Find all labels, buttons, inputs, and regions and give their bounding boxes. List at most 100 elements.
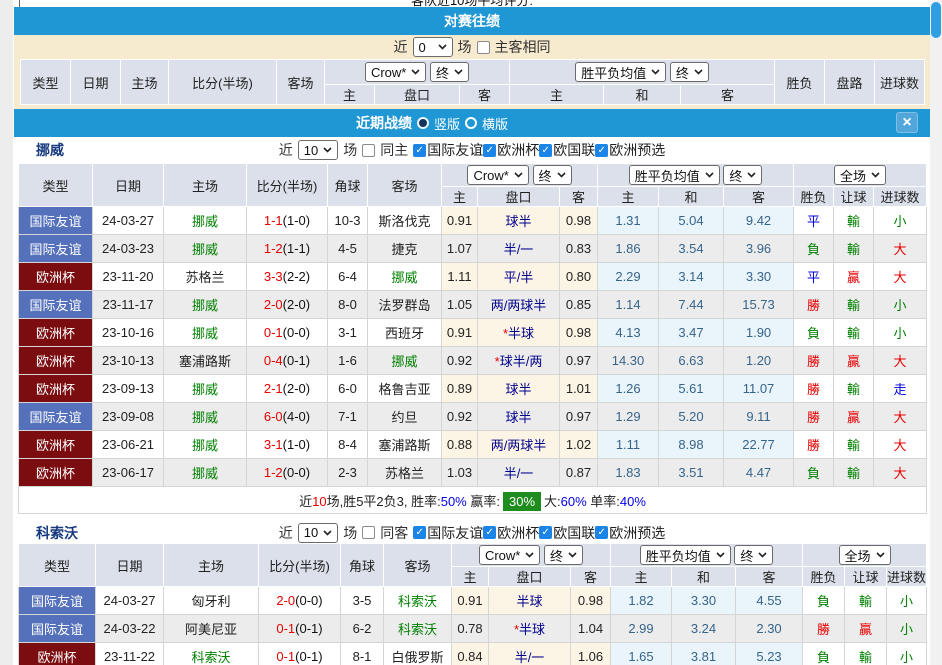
radio-vertical-label[interactable]: 竖版 — [434, 114, 460, 133]
col-score: 比分(半场) — [259, 544, 341, 587]
fulltime-score: 3-1 — [264, 437, 283, 452]
underlying-page-strip: 客队近10场平均评分: — [14, 0, 930, 7]
same-home-away-checkbox[interactable] — [477, 41, 490, 54]
away-odds: 1.02 — [560, 431, 598, 459]
close-icon: × — [902, 114, 911, 132]
away-odds: 0.98 — [571, 587, 611, 615]
h2h-final-select[interactable]: 终 — [430, 62, 469, 82]
norway-head: 挪威 近 10 场 同主 ✓国际友谊✓欧洲杯✓欧国联✓欧洲预选 — [18, 137, 926, 163]
same-away-label: 同客 — [380, 523, 408, 543]
popup-content: 客队近10场平均评分: 对赛往绩 近 0 场 主客相同 — [14, 0, 930, 665]
avg-win: 1.82 — [611, 587, 672, 615]
kosovo-near-select[interactable]: 10 — [298, 523, 338, 543]
league-filter[interactable]: ✓国际友谊 — [413, 140, 483, 160]
avg-lose: 9.42 — [724, 207, 794, 235]
handicap: 球半 — [478, 207, 560, 235]
league-filter[interactable]: ✓国际友谊 — [413, 523, 483, 543]
radio-horizontal-icon[interactable] — [465, 117, 477, 129]
odds-group: Crow* 终 — [442, 164, 598, 187]
league-filters: ✓国际友谊✓欧洲杯✓欧国联✓欧洲预选 — [413, 140, 665, 160]
result-goals: 大 — [874, 431, 927, 459]
avg-draw: 3.51 — [659, 459, 724, 487]
corner-count: 3-1 — [328, 319, 368, 347]
avg-group: 胜平负均值 终 — [598, 164, 794, 187]
h2h-final-value: 终 — [436, 63, 449, 82]
match-date: 23-06-17 — [93, 459, 164, 487]
match-row: 欧洲杯23-06-21挪威3-1(1-0)8-4塞浦路斯0.88两/两球半1.0… — [19, 431, 927, 459]
avg-value: 胜平负均值 — [646, 546, 711, 565]
fulltime-score: 2-0 — [264, 297, 283, 312]
result-handicap: 輸 — [834, 319, 874, 347]
away-odds: 0.87 — [560, 459, 598, 487]
sub-avg-draw: 和 — [659, 187, 724, 207]
radio-vertical-selected-icon[interactable] — [417, 117, 429, 129]
league-filter[interactable]: ✓欧洲预选 — [595, 523, 665, 543]
result-goals: 大 — [874, 347, 927, 375]
match-row: 国际友谊24-03-27匈牙利2-0(0-0)3-5科索沃0.91半球0.981… — [19, 587, 927, 615]
away-odds: 0.97 — [560, 347, 598, 375]
chevron-down-icon — [871, 172, 880, 178]
fulltime-score: 6-0 — [264, 409, 283, 424]
final-select[interactable]: 终 — [544, 545, 583, 565]
h2h-company-select[interactable]: Crow* — [365, 62, 426, 82]
avg-win: 1.65 — [611, 643, 672, 665]
sub-handicap-result: 让球 — [834, 187, 874, 207]
near-label: 近 — [279, 140, 293, 160]
radio-horizontal-label[interactable]: 横版 — [482, 114, 508, 133]
summary-segment: 近 — [299, 494, 312, 509]
away-team: 捷克 — [368, 235, 442, 263]
final-select[interactable]: 终 — [533, 165, 572, 185]
league-badge: 欧洲杯 — [19, 319, 93, 347]
summary-segment: 10 — [312, 494, 326, 509]
same-home-checkbox[interactable] — [362, 144, 375, 157]
close-button[interactable]: × — [896, 112, 918, 133]
chevron-down-icon — [694, 69, 703, 75]
fulltime-score: 0-1 — [264, 325, 283, 340]
away-odds: 0.98 — [560, 207, 598, 235]
same-away-checkbox[interactable] — [362, 526, 375, 539]
corner-count: 3-5 — [341, 587, 384, 615]
h2h-near-select[interactable]: 0 — [413, 37, 453, 57]
scrollbar-track[interactable] — [930, 0, 942, 665]
h2h-final2-select[interactable]: 终 — [670, 62, 709, 82]
avg-select[interactable]: 胜平负均值 — [629, 165, 720, 185]
home-team: 挪威 — [164, 459, 247, 487]
away-odds: 1.06 — [571, 643, 611, 665]
league-filter[interactable]: ✓欧洲杯 — [483, 140, 539, 160]
near-label: 近 — [394, 37, 408, 57]
sub-home-odds: 主 — [442, 187, 478, 207]
league-badge-label: 欧洲杯 — [19, 375, 92, 402]
same-home-label: 同主 — [380, 140, 408, 160]
league-badge-label: 国际友谊 — [19, 291, 92, 318]
final2-select[interactable]: 终 — [734, 545, 773, 565]
scope-select[interactable]: 全场 — [839, 545, 891, 565]
h2h-avg-select[interactable]: 胜平负均值 — [575, 62, 666, 82]
final2-select[interactable]: 终 — [723, 165, 762, 185]
company-select[interactable]: Crow* — [479, 545, 540, 565]
corner-count: 6-4 — [328, 263, 368, 291]
league-filter[interactable]: ✓欧国联 — [539, 523, 595, 543]
h2h-title: 对赛往绩 — [444, 11, 500, 31]
summary-segment: 大: — [544, 494, 561, 509]
league-filter[interactable]: ✓欧洲预选 — [595, 140, 665, 160]
scope-select[interactable]: 全场 — [834, 165, 886, 185]
company-select[interactable]: Crow* — [467, 165, 528, 185]
final2-value: 终 — [729, 166, 742, 185]
halftime-score: (0-0) — [295, 593, 322, 608]
sub-handicap: 盘口 — [375, 85, 460, 105]
norway-near-select[interactable]: 10 — [298, 140, 338, 160]
league-badge: 欧洲杯 — [19, 375, 93, 403]
away-team: 白俄罗斯 — [384, 643, 452, 665]
league-filter[interactable]: ✓欧国联 — [539, 140, 595, 160]
away-team: 挪威 — [368, 347, 442, 375]
result-outcome: 勝 — [794, 375, 834, 403]
home-odds: 1.11 — [442, 263, 478, 291]
avg-select[interactable]: 胜平负均值 — [640, 545, 731, 565]
scrollbar-thumb[interactable] — [931, 2, 941, 38]
h2h-near-select-value: 0 — [419, 40, 426, 55]
league-filter[interactable]: ✓欧洲杯 — [483, 523, 539, 543]
away-odds: 0.85 — [560, 291, 598, 319]
home-odds: 0.89 — [442, 375, 478, 403]
chevron-down-icon — [747, 172, 756, 178]
league-badge-label: 国际友谊 — [19, 403, 92, 430]
